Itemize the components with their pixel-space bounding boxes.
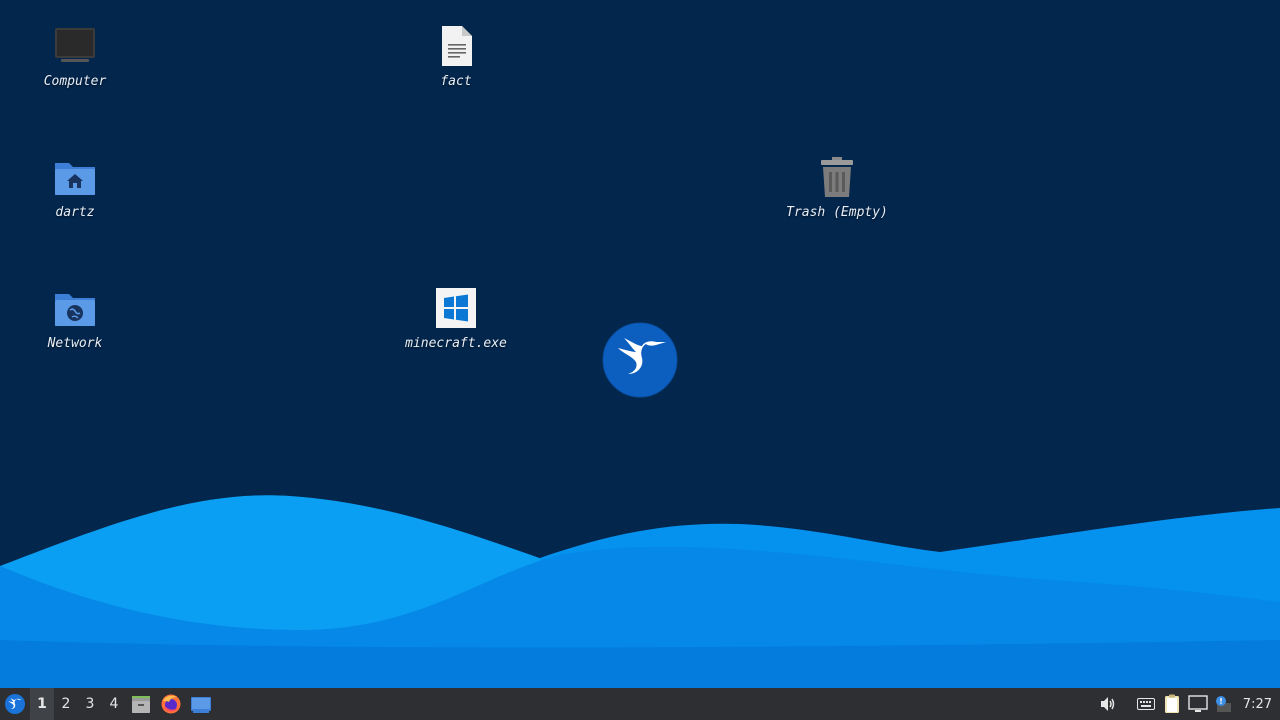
text-file-icon — [442, 26, 472, 66]
workspace-2-button[interactable]: 2 — [54, 688, 78, 720]
desktop-icon-fact[interactable]: fact — [386, 24, 526, 89]
taskbar: 1 2 3 4 7:27 — [0, 688, 1280, 720]
notifications-button[interactable] — [1211, 688, 1237, 720]
keyboard-layout-button[interactable] — [1133, 688, 1159, 720]
file-manager-icon — [132, 696, 150, 713]
file-manager-launcher[interactable] — [126, 688, 156, 720]
trash-icon — [821, 157, 853, 197]
network-folder-icon — [55, 294, 95, 326]
desktop-icon-label: fact — [440, 74, 472, 89]
workspace-4-button[interactable]: 4 — [102, 688, 126, 720]
network-status-button[interactable] — [1185, 688, 1211, 720]
keyboard-icon — [1136, 698, 1155, 710]
show-desktop-icon — [191, 697, 211, 713]
notification-icon — [1215, 696, 1231, 712]
desktop-icon-network[interactable]: Network — [5, 286, 145, 351]
volume-icon — [1100, 697, 1115, 711]
desktop-icon-label: minecraft.exe — [405, 336, 507, 351]
home-folder-icon — [55, 163, 95, 195]
workspace-1-button[interactable]: 1 — [30, 688, 54, 720]
desktop-icon-label: Trash (Empty) — [786, 205, 888, 220]
volume-button[interactable] — [1095, 688, 1121, 720]
desktop-icon-trash[interactable]: Trash (Empty) — [767, 155, 907, 220]
clipboard-button[interactable] — [1159, 688, 1185, 720]
desktop-icon-label: dartz — [55, 205, 95, 220]
desktop-icon-minecraft-exe[interactable]: minecraft.exe — [386, 286, 526, 351]
windows-exe-icon — [436, 288, 476, 328]
workspace-3-button[interactable]: 3 — [78, 688, 102, 720]
hummingbird-menu-icon — [5, 694, 25, 714]
desktop-icon-dartz[interactable]: dartz — [5, 155, 145, 220]
network-icon — [1188, 695, 1208, 712]
system-tray: 7:27 — [1095, 688, 1280, 720]
desktop-icon-label: Network — [47, 336, 103, 351]
show-desktop-launcher[interactable] — [186, 688, 216, 720]
computer-icon — [55, 28, 95, 62]
clipboard-icon — [1164, 694, 1179, 713]
firefox-icon — [161, 694, 181, 714]
application-menu-button[interactable] — [0, 688, 30, 720]
desktop-icon-label: Computer — [43, 74, 107, 89]
desktop-icon-computer[interactable]: Computer — [5, 24, 145, 89]
firefox-launcher[interactable] — [156, 688, 186, 720]
clock[interactable]: 7:27 — [1237, 697, 1280, 712]
desktop[interactable]: Computer fact dartz Trash (Empty) Networ… — [0, 0, 1280, 688]
hummingbird-logo-icon — [602, 322, 678, 398]
